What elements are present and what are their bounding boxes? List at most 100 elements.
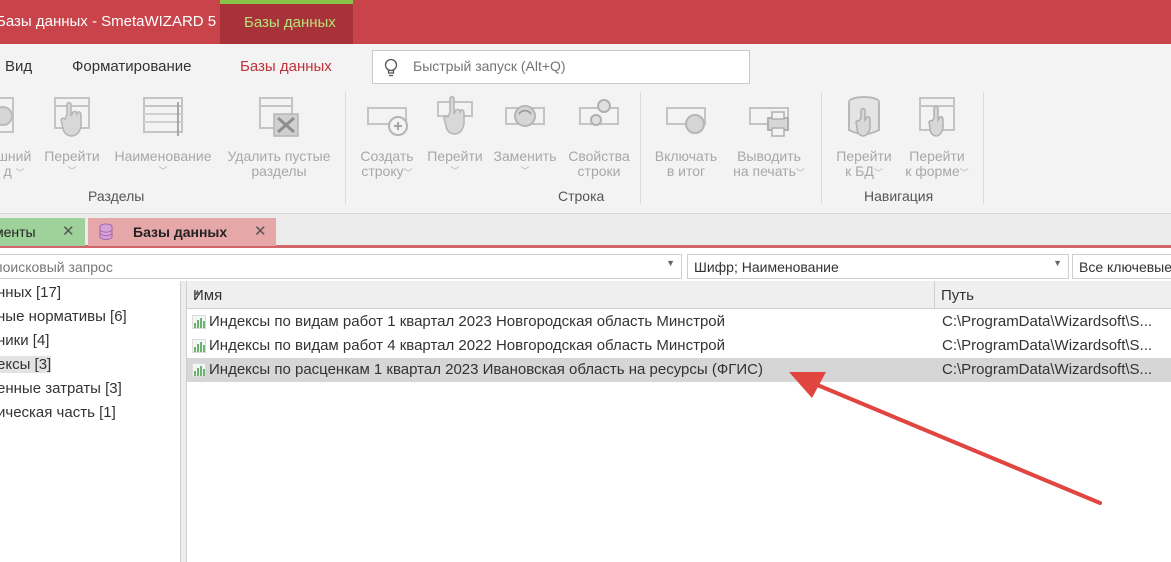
menu-view[interactable]: Вид xyxy=(5,58,32,75)
row-name: Индексы по видам работ 1 квартал 2023 Но… xyxy=(209,313,726,330)
replace-row-button[interactable]: Заменить ﹀ xyxy=(490,92,560,179)
hand-pointer-icon xyxy=(54,97,90,137)
external-db-label-1: шний xyxy=(0,148,32,164)
row-properties-button[interactable]: Свойства строки xyxy=(565,92,633,179)
row-path: C:\ProgramData\Wizardsoft\S... xyxy=(942,337,1153,354)
tree-item-selected[interactable]: ексы [3] xyxy=(0,356,52,373)
goto-section-button[interactable]: Перейти ﹀ xyxy=(42,92,102,179)
column-width-icon xyxy=(143,97,183,136)
goto-db-label-1: Перейти xyxy=(836,148,892,164)
quick-launch-box[interactable] xyxy=(372,50,750,84)
contextual-tab-databases[interactable]: Базы данных xyxy=(220,0,353,44)
row-properties-label-1: Свойства xyxy=(568,148,630,164)
external-db-icon xyxy=(0,97,14,133)
tab-databases[interactable]: Базы данных ✕ xyxy=(88,218,276,246)
keywords-combo[interactable]: Все ключевые xyxy=(1072,254,1171,279)
tab-documents[interactable]: менты ✕ xyxy=(0,218,85,246)
hand-pointer-icon xyxy=(437,95,473,135)
databases-grid: Имя ▲ Путь Индексы по видам работ 1 квар… xyxy=(187,281,1171,562)
goto-db-button[interactable]: Перейти к БД﹀ xyxy=(832,92,896,181)
row-path: C:\ProgramData\Wizardsoft\S... xyxy=(942,313,1153,330)
name-column-button[interactable]: Наименование ﹀ xyxy=(108,92,218,179)
keywords-text: Все ключевые xyxy=(1079,259,1171,275)
dropdown-arrow-icon[interactable]: ▼ xyxy=(1053,258,1062,268)
document-tabs: менты ✕ Базы данных ✕ xyxy=(0,214,1171,248)
table-row[interactable]: Индексы по видам работ 1 квартал 2023 Но… xyxy=(187,310,1171,334)
chevron-down-icon: ﹀ xyxy=(158,166,168,176)
chevron-down-icon: ﹀ xyxy=(520,166,530,176)
ribbon-group-sections-label: Разделы xyxy=(88,188,145,204)
name-column-label: Наименование xyxy=(114,148,212,164)
ribbon-group-separator xyxy=(345,92,346,204)
quick-launch-input[interactable] xyxy=(413,58,733,74)
category-tree: нных [17] ные нормативы [6] ники [4] екс… xyxy=(0,281,181,562)
ribbon-toolbar: шний д ﹀ Перейти ﹀ Наименование ﹀ Удалит… xyxy=(0,88,1171,214)
goto-form-label-1: Перейти xyxy=(909,148,965,164)
tree-item[interactable]: ическая часть [1] xyxy=(0,404,116,421)
replace-row-label: Заменить xyxy=(493,148,557,164)
table-row-selected[interactable]: Индексы по расценкам 1 квартал 2023 Иван… xyxy=(187,358,1171,382)
app-window: Базы данных - SmetaWIZARD 5 Базы данных … xyxy=(0,0,1171,562)
search-fields-text: Шифр; Наименование xyxy=(694,259,839,275)
chevron-down-icon: ﹀ xyxy=(15,168,25,178)
external-db-label-2-text: д xyxy=(3,163,12,179)
create-row-button[interactable]: Создать строку﹀ xyxy=(356,92,418,181)
row-properties-label-2: строки xyxy=(577,163,621,179)
window-title: Базы данных - SmetaWIZARD 5 xyxy=(0,13,217,30)
filter-row: поисковый запрос ▼ Шифр; Наименование ▼ … xyxy=(0,252,1171,280)
delete-empty-sections-button[interactable]: Удалить пустые разделы xyxy=(222,92,336,179)
close-icon[interactable]: ✕ xyxy=(254,222,267,240)
external-db-label-2: д ﹀ xyxy=(0,164,40,181)
row-settings-icon xyxy=(579,99,619,126)
include-total-label-2: в итог xyxy=(666,163,706,179)
menu-formatting[interactable]: Форматирование xyxy=(72,58,192,75)
tree-item[interactable]: ные нормативы [6] xyxy=(0,308,127,325)
print-output-label-2-text: на печать xyxy=(733,163,796,179)
tab-documents-label: менты xyxy=(0,224,36,240)
print-output-button[interactable]: Выводить на печать﹀ xyxy=(726,92,812,181)
chevron-down-icon: ﹀ xyxy=(403,168,413,178)
tree-item[interactable]: ники [4] xyxy=(0,332,49,349)
goto-db-label-2: к БД﹀ xyxy=(832,164,896,181)
tree-item[interactable]: нных [17] xyxy=(0,284,61,301)
create-row-label-1: Создать xyxy=(360,148,414,164)
chevron-down-icon: ﹀ xyxy=(67,166,77,176)
ribbon-group-separator xyxy=(983,92,984,204)
goto-row-label: Перейти xyxy=(427,148,483,164)
column-header-path[interactable]: Путь xyxy=(935,281,1171,309)
print-icon xyxy=(749,107,789,137)
lightbulb-icon xyxy=(384,58,398,77)
delete-table-icon xyxy=(259,97,299,137)
goto-form-button[interactable]: Перейти к форме﹀ xyxy=(900,92,974,181)
ribbon-group-separator xyxy=(640,92,641,204)
chevron-down-icon: ﹀ xyxy=(795,168,805,178)
delete-empty-label-2: разделы xyxy=(251,163,307,179)
menu-databases[interactable]: Базы данных xyxy=(240,58,332,75)
goto-form-label-2: к форме﹀ xyxy=(900,164,974,181)
ribbon-group-row-label: Строка xyxy=(558,188,605,204)
close-icon[interactable]: ✕ xyxy=(62,222,75,240)
external-db-button[interactable]: шний д ﹀ xyxy=(0,92,40,181)
search-query-combo[interactable]: поисковый запрос ▼ xyxy=(0,254,682,279)
contextual-tab-label: Базы данных xyxy=(244,14,336,31)
search-fields-combo[interactable]: Шифр; Наименование ▼ xyxy=(687,254,1069,279)
table-row[interactable]: Индексы по видам работ 4 квартал 2022 Но… xyxy=(187,334,1171,358)
goto-db-icon xyxy=(848,96,880,137)
add-row-icon xyxy=(367,107,408,136)
column-header-name[interactable]: Имя ▲ xyxy=(187,281,935,309)
delete-empty-label-1: Удалить пустые xyxy=(227,148,331,164)
dropdown-arrow-icon[interactable]: ▼ xyxy=(666,258,675,268)
grid-header: Имя ▲ Путь xyxy=(187,281,1171,309)
create-row-label-2-text: строку xyxy=(361,163,404,179)
goto-row-button[interactable]: Перейти ﹀ xyxy=(424,92,486,179)
database-icon xyxy=(99,223,113,240)
search-query-text: поисковый запрос xyxy=(0,259,113,275)
goto-section-label: Перейти xyxy=(44,148,100,164)
row-path: C:\ProgramData\Wizardsoft\S... xyxy=(942,361,1153,378)
include-total-button[interactable]: Включать в итог xyxy=(650,92,722,179)
ribbon-group-separator xyxy=(821,92,822,204)
create-row-label-2: строку﹀ xyxy=(356,164,418,181)
tree-item[interactable]: енные затраты [3] xyxy=(0,380,122,397)
print-output-label-1: Выводить xyxy=(737,148,801,164)
row-name: Индексы по видам работ 4 квартал 2022 Но… xyxy=(209,337,726,354)
